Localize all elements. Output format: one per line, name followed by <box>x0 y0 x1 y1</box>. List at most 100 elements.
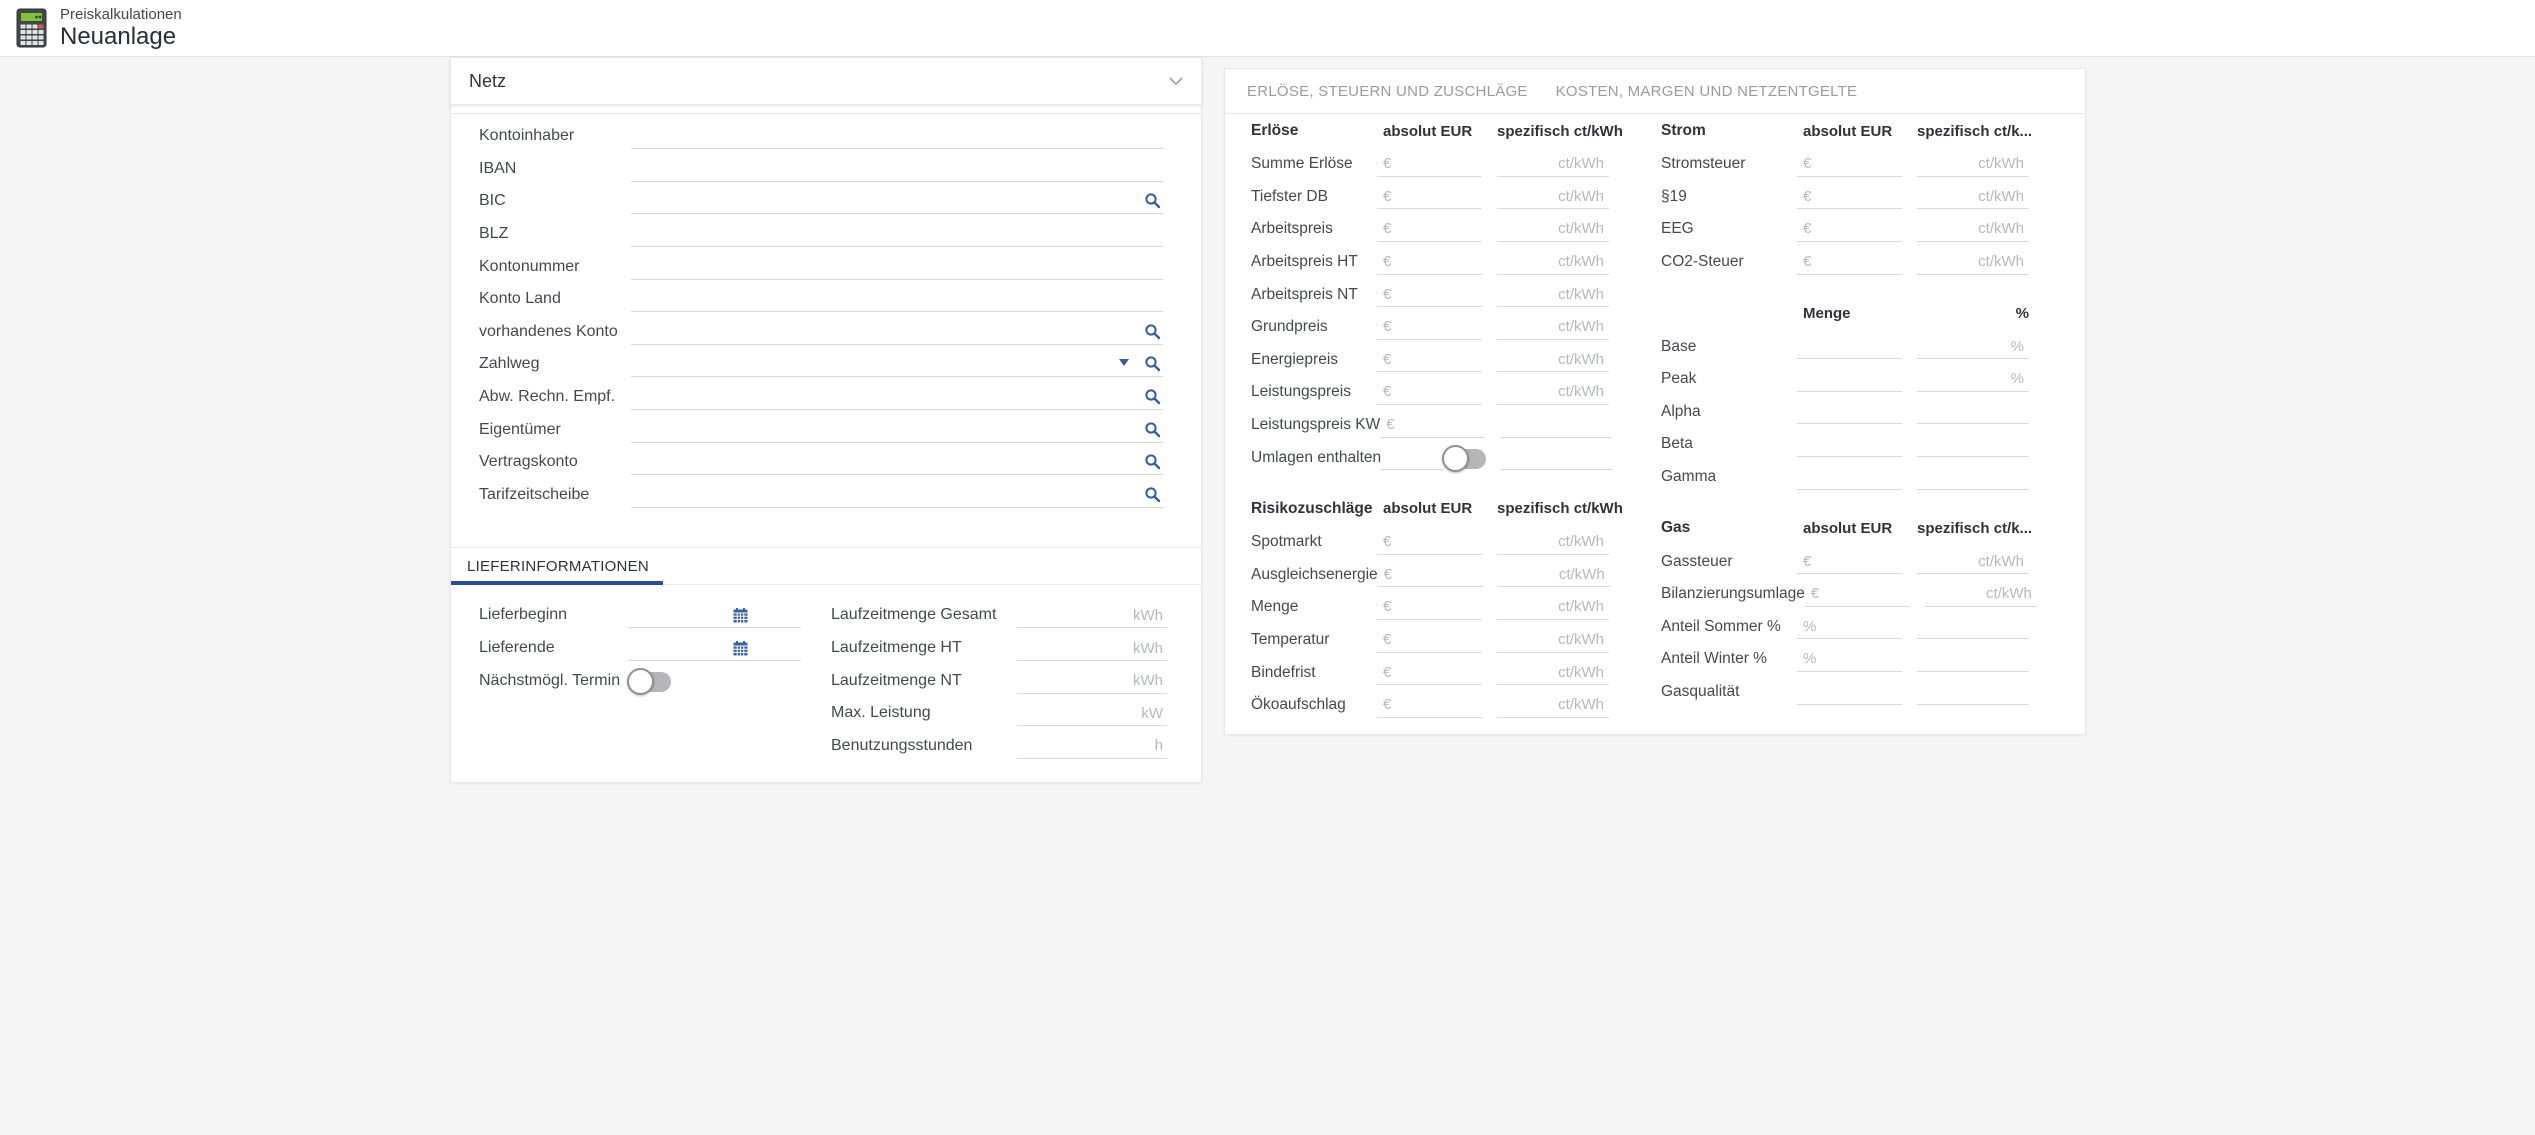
form-field-row: Max. Leistung <box>831 697 1167 730</box>
field-input[interactable] <box>631 158 1163 180</box>
absolut-input[interactable] <box>1377 184 1482 209</box>
absolut-input[interactable] <box>1797 184 1902 209</box>
toggle-switch[interactable] <box>1444 449 1486 469</box>
tab-item[interactable]: ERLÖSE, STEUERN UND ZUSCHLÄGE <box>1233 69 1542 113</box>
absolut-input[interactable] <box>1797 250 1902 275</box>
absolut-input[interactable] <box>1797 432 1902 457</box>
absolut-input[interactable] <box>1381 445 1444 470</box>
spezifisch-input[interactable] <box>1917 367 2029 392</box>
absolut-input[interactable] <box>1377 628 1482 653</box>
absolut-input[interactable] <box>1797 217 1902 242</box>
calculation-card: ERLÖSE, STEUERN UND ZUSCHLÄGE KOSTEN, MA… <box>1224 68 2086 735</box>
date-input[interactable] <box>629 637 801 659</box>
absolut-input[interactable] <box>1797 614 1902 639</box>
spezifisch-input[interactable] <box>1497 282 1609 307</box>
absolut-input[interactable] <box>1797 399 1902 424</box>
value-help-search-icon[interactable] <box>1144 388 1161 405</box>
spezifisch-input[interactable] <box>1497 250 1609 275</box>
value-help-search-icon[interactable] <box>1144 453 1161 470</box>
field-label: IBAN <box>479 160 631 178</box>
absolut-input[interactable] <box>1377 660 1482 685</box>
field-input[interactable] <box>631 484 1163 506</box>
spezifisch-input[interactable] <box>1497 628 1609 653</box>
spezifisch-input[interactable] <box>1917 647 2029 672</box>
field-input[interactable] <box>631 125 1163 147</box>
dropdown-arrow-icon[interactable] <box>1119 359 1129 366</box>
field-input[interactable] <box>631 451 1163 473</box>
spezifisch-input[interactable] <box>1497 315 1609 340</box>
field-input[interactable] <box>631 190 1163 212</box>
spezifisch-input[interactable] <box>1917 549 2029 574</box>
collapsible-panel[interactable]: Netz <box>450 57 1202 105</box>
absolut-input[interactable] <box>1377 217 1482 242</box>
spezifisch-input[interactable] <box>1917 184 2029 209</box>
spezifisch-input[interactable] <box>1497 184 1609 209</box>
absolut-input[interactable] <box>1797 549 1902 574</box>
field-label: Laufzeitmenge Gesamt <box>831 606 1017 624</box>
spezifisch-input[interactable] <box>1917 614 2029 639</box>
spezifisch-input[interactable] <box>1917 432 2029 457</box>
spezifisch-input[interactable] <box>1498 562 1610 587</box>
spezifisch-input[interactable] <box>1917 399 2029 424</box>
absolut-input[interactable] <box>1377 250 1482 275</box>
absolut-input[interactable] <box>1797 367 1902 392</box>
spezifisch-input[interactable] <box>1497 660 1609 685</box>
absolut-input[interactable] <box>1377 530 1482 555</box>
tab-item[interactable]: KOSTEN, MARGEN UND NETZENTGELTE <box>1542 69 1872 113</box>
field-input[interactable] <box>631 353 1163 375</box>
field-input[interactable] <box>631 288 1163 310</box>
absolut-input[interactable] <box>1797 334 1902 359</box>
field-input[interactable] <box>631 419 1163 441</box>
spezifisch-input[interactable] <box>1917 680 2029 705</box>
absolut-input[interactable] <box>1797 465 1902 490</box>
field-input[interactable] <box>631 256 1163 278</box>
calendar-icon[interactable] <box>732 640 749 657</box>
spezifisch-input[interactable] <box>1497 693 1609 718</box>
absolut-input[interactable] <box>1797 152 1902 177</box>
unit-input[interactable] <box>1017 702 1167 724</box>
field-label: EEG <box>1661 220 1797 238</box>
toggle-switch[interactable] <box>629 672 671 692</box>
spezifisch-input[interactable] <box>1500 413 1612 438</box>
absolut-input[interactable] <box>1797 680 1902 705</box>
spezifisch-input[interactable] <box>1497 217 1609 242</box>
spezifisch-input[interactable] <box>1497 380 1609 405</box>
absolut-input[interactable] <box>1797 647 1902 672</box>
absolut-input[interactable] <box>1377 693 1482 718</box>
field-input[interactable] <box>631 223 1163 245</box>
absolut-input[interactable] <box>1377 380 1482 405</box>
spezifisch-input[interactable] <box>1501 445 1613 470</box>
spezifisch-input[interactable] <box>1497 595 1609 620</box>
unit-input[interactable] <box>1017 735 1167 757</box>
absolut-input[interactable] <box>1377 282 1482 307</box>
absolut-input[interactable] <box>1377 595 1482 620</box>
spezifisch-input[interactable] <box>1497 530 1609 555</box>
value-help-search-icon[interactable] <box>1144 421 1161 438</box>
value-help-search-icon[interactable] <box>1144 355 1161 372</box>
calendar-icon[interactable] <box>732 607 749 624</box>
date-input[interactable] <box>629 604 801 626</box>
absolut-input[interactable] <box>1377 152 1482 177</box>
absolut-input[interactable] <box>1805 582 1910 607</box>
absolut-input[interactable] <box>1377 315 1482 340</box>
section-tab-lieferinformationen[interactable]: LIEFERINFORMATIONEN <box>451 548 663 584</box>
absolut-input[interactable] <box>1377 347 1482 372</box>
value-help-search-icon[interactable] <box>1144 323 1161 340</box>
spezifisch-input[interactable] <box>1917 250 2029 275</box>
spezifisch-input[interactable] <box>1917 152 2029 177</box>
spezifisch-input[interactable] <box>1917 334 2029 359</box>
field-input[interactable] <box>631 386 1163 408</box>
absolut-input[interactable] <box>1378 562 1483 587</box>
unit-input[interactable] <box>1017 670 1167 692</box>
field-input[interactable] <box>631 321 1163 343</box>
absolut-input[interactable] <box>1380 413 1485 438</box>
spezifisch-input[interactable] <box>1497 347 1609 372</box>
unit-input[interactable] <box>1017 604 1167 626</box>
spezifisch-input[interactable] <box>1917 465 2029 490</box>
spezifisch-input[interactable] <box>1497 152 1609 177</box>
spezifisch-input[interactable] <box>1925 582 2037 607</box>
value-help-search-icon[interactable] <box>1144 486 1161 503</box>
value-help-search-icon[interactable] <box>1144 192 1161 209</box>
unit-input[interactable] <box>1017 637 1167 659</box>
spezifisch-input[interactable] <box>1917 217 2029 242</box>
